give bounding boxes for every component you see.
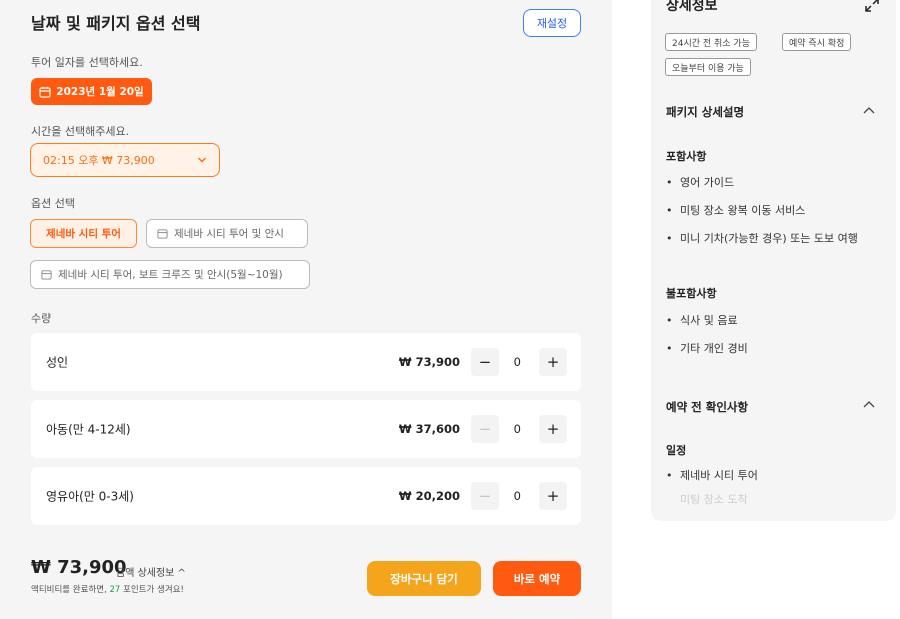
increment-button[interactable]: + xyxy=(539,348,567,376)
quantity-count: 0 xyxy=(513,422,521,436)
date-picker-button[interactable]: 2023년 1월 20일 xyxy=(31,78,152,105)
chevron-up-icon[interactable] xyxy=(862,398,876,412)
schedule-item-faded: 미팅 장소 도착 xyxy=(680,493,748,506)
page-title: 날짜 및 패키지 옵션 선택 xyxy=(31,14,201,33)
quantity-price: ₩ 73,900 xyxy=(398,355,460,369)
option-geneva-city-tour[interactable]: 제네바 시티 투어 xyxy=(30,219,137,248)
selected-time: 02:15 오후 ₩ 73,900 xyxy=(43,154,155,167)
quantity-row-infant: 영유아(만 0-3세) ₩ 20,200 − 0 + xyxy=(31,467,581,525)
quantity-label: 아동(만 4-12세) xyxy=(46,422,131,437)
calendar-icon xyxy=(39,86,51,98)
quantity-count: 0 xyxy=(513,355,521,369)
selected-date: 2023년 1월 20일 xyxy=(56,86,144,98)
schedule-heading: 일정 xyxy=(666,444,687,457)
quantity-row-child: 아동(만 4-12세) ₩ 37,600 − 0 + xyxy=(31,400,581,458)
date-prompt: 투어 일자를 선택하세요. xyxy=(31,56,143,69)
quantity-row-adult: 성인 ₩ 73,900 − 0 + xyxy=(31,333,581,391)
excluded-heading: 불포함사항 xyxy=(666,287,717,300)
points-note: 액티비티를 완료하면, 27 포인트가 생겨요! xyxy=(31,583,184,595)
chevron-down-icon xyxy=(198,157,206,163)
package-heading[interactable]: 패키지 상세설명 xyxy=(666,104,744,120)
option-geneva-annecy[interactable]: 제네바 시티 투어 및 안시 xyxy=(146,219,308,248)
points-value: 27 xyxy=(109,585,121,595)
excluded-item: 식사 및 음료 xyxy=(666,312,876,330)
excluded-item: 기타 개인 경비 xyxy=(666,340,876,358)
points-prefix: 액티비티를 완료하면, xyxy=(31,585,110,595)
included-item: 영어 가이드 xyxy=(666,174,876,192)
option-label: 제네바 시티 투어 및 안시 xyxy=(174,228,284,240)
option-label: 제네바 시티 투어, 보트 크루즈 및 안시(5월~10월) xyxy=(58,269,283,281)
time-select[interactable]: 02:15 오후 ₩ 73,900 xyxy=(30,143,220,177)
book-now-button[interactable]: 바로 예약 xyxy=(493,561,581,596)
quantity-label: 영유아(만 0-3세) xyxy=(46,489,134,504)
quantity-price: ₩ 20,200 xyxy=(398,489,460,503)
price-detail-toggle[interactable]: 금액 상세정보 ^ xyxy=(116,564,186,579)
add-to-cart-button[interactable]: 장바구니 담기 xyxy=(367,561,481,596)
calendar-icon xyxy=(41,270,52,280)
tag-available-today: 오늘부터 이용 가능 xyxy=(665,58,751,76)
increment-button[interactable]: + xyxy=(539,482,567,510)
schedule-item: 제네바 시티 투어 xyxy=(666,467,876,485)
details-title: 상세정보 xyxy=(666,0,718,14)
reset-button[interactable]: 재설정 xyxy=(523,9,581,37)
included-item: 미니 기차(가능한 경우) 또는 도보 여행 xyxy=(666,230,876,248)
calendar-icon xyxy=(157,229,168,239)
tag-free-cancel: 24시간 전 취소 가능 xyxy=(665,33,757,51)
option-label: 제네바 시티 투어 xyxy=(46,228,121,240)
included-heading: 포함사항 xyxy=(666,150,707,163)
increment-button[interactable]: + xyxy=(539,415,567,443)
quantity-count: 0 xyxy=(513,489,521,503)
tag-instant-confirm: 예약 즉시 확정 xyxy=(782,33,852,51)
decrement-button[interactable]: − xyxy=(471,482,499,510)
decrement-button[interactable]: − xyxy=(471,348,499,376)
quantity-price: ₩ 37,600 xyxy=(398,422,460,436)
expand-icon[interactable] xyxy=(864,0,880,13)
quantity-prompt: 수량 xyxy=(31,312,52,325)
prebook-heading[interactable]: 예약 전 확인사항 xyxy=(666,399,748,415)
decrement-button[interactable]: − xyxy=(471,415,499,443)
quantity-label: 성인 xyxy=(46,355,69,370)
option-geneva-cruise-annecy[interactable]: 제네바 시티 투어, 보트 크루즈 및 안시(5월~10월) xyxy=(30,260,310,289)
option-prompt: 옵션 선택 xyxy=(31,197,75,210)
time-prompt: 시간을 선택해주세요. xyxy=(31,125,130,138)
details-panel xyxy=(651,0,896,521)
points-suffix: 포인트가 생겨요! xyxy=(120,585,184,595)
total-price: ₩ 73,900 xyxy=(31,557,127,578)
included-item: 미팅 장소 왕복 이동 서비스 xyxy=(666,202,876,220)
chevron-up-icon[interactable] xyxy=(862,104,876,118)
